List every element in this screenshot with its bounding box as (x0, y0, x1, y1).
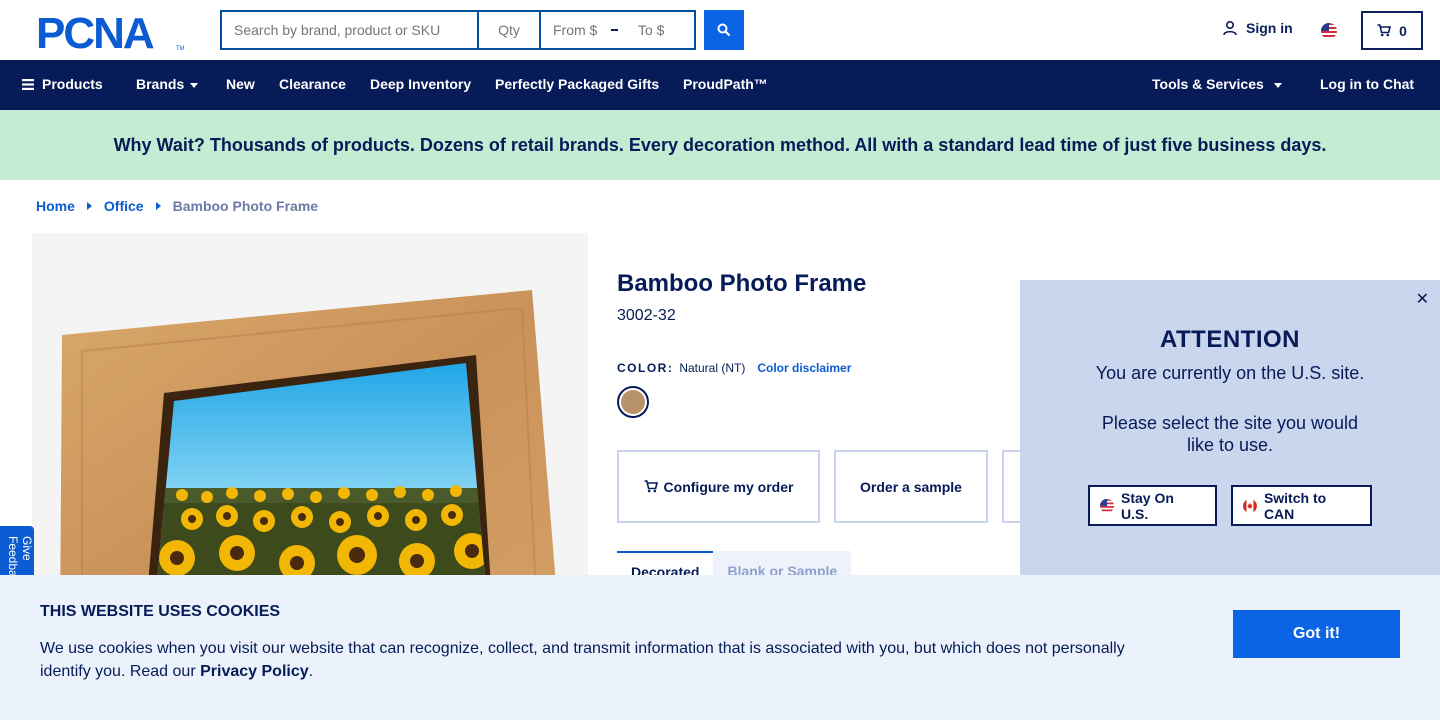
nav-tools-label: Tools & Services (1152, 76, 1264, 92)
product-sku: 3002-32 (617, 307, 676, 324)
cart-count: 0 (1399, 22, 1407, 39)
price-to-input[interactable] (626, 12, 694, 48)
price-from-input[interactable] (541, 12, 609, 48)
breadcrumb: Home Office Bamboo Photo Frame (36, 198, 318, 214)
user-icon (1223, 20, 1237, 36)
price-range (540, 10, 696, 50)
product-image[interactable] (32, 233, 588, 633)
cookie-banner: THIS WEBSITE USES COOKIES We use cookies… (0, 575, 1440, 720)
configure-order-button[interactable]: Configure my order (617, 450, 820, 523)
us-flag-icon[interactable] (1321, 23, 1337, 39)
switch-to-can-button[interactable]: Switch to CAN (1231, 485, 1372, 526)
nav-gifts[interactable]: Perfectly Packaged Gifts (495, 76, 659, 92)
nav-brands[interactable]: Brands (136, 76, 199, 92)
configure-order-label: Configure my order (663, 478, 794, 495)
chevron-down-icon (1273, 82, 1282, 88)
chevron-down-icon (190, 82, 199, 88)
privacy-policy-link[interactable]: Privacy Policy (200, 663, 309, 680)
breadcrumb-arrow-icon (86, 202, 92, 210)
nav-new-label: New (226, 76, 255, 92)
search-input[interactable] (220, 10, 478, 50)
page: PCNA TM Sign in (0, 0, 1440, 720)
promo-banner: Why Wait? Thousands of products. Dozens … (0, 110, 1440, 180)
color-disclaimer-link[interactable]: Color disclaimer (757, 361, 851, 375)
nav-chat[interactable]: Log in to Chat (1320, 76, 1414, 92)
menu-icon (22, 78, 34, 90)
order-sample-button[interactable]: Order a sample (834, 450, 988, 523)
header: PCNA TM Sign in (0, 0, 1440, 60)
sign-in-label: Sign in (1246, 20, 1293, 36)
logo-text: PCNA (36, 12, 154, 52)
cart-button[interactable]: 0 (1361, 11, 1423, 50)
nav-chat-label: Log in to Chat (1320, 76, 1415, 92)
pcna-logo[interactable]: PCNA TM (36, 12, 184, 52)
breadcrumb-office[interactable]: Office (104, 198, 144, 214)
canada-flag-icon (1243, 498, 1257, 513)
switch-to-can-label: Switch to CAN (1263, 489, 1327, 522)
region-attention-modal: ✕ ATTENTION You are currently on the U.S… (1020, 280, 1440, 576)
nav-proudpath-label: ProudPath™ (683, 76, 768, 92)
search-bar (220, 10, 744, 50)
nav-deep-inventory[interactable]: Deep Inventory (370, 76, 471, 92)
nav-gifts-label: Perfectly Packaged Gifts (495, 76, 660, 92)
nav-clearance-label: Clearance (279, 76, 346, 92)
accept-cookies-button[interactable]: Got it! (1233, 610, 1400, 658)
main-nav: Products Brands New Clearance Deep Inven… (0, 60, 1440, 110)
nav-products[interactable]: Products (22, 76, 103, 92)
breadcrumb-home[interactable]: Home (36, 198, 75, 214)
color-label: COLOR: (617, 361, 674, 375)
bamboo-frame-illustration (60, 290, 560, 633)
close-icon[interactable]: ✕ (1416, 289, 1429, 309)
color-swatch-natural[interactable] (617, 386, 649, 418)
us-flag-icon (1100, 498, 1114, 513)
qty-input[interactable] (478, 10, 540, 50)
search-icon (717, 23, 731, 37)
attention-title: ATTENTION (1159, 326, 1301, 353)
nav-new[interactable]: New (226, 76, 255, 92)
search-button[interactable] (704, 10, 744, 50)
svg-text:TM: TM (176, 46, 184, 52)
cookie-title: THIS WEBSITE USES COOKIES (40, 603, 281, 620)
nav-products-label: Products (42, 76, 103, 92)
cart-icon (644, 480, 658, 493)
nav-proudpath[interactable]: ProudPath™ (683, 76, 768, 92)
nav-deep-inventory-label: Deep Inventory (370, 76, 472, 92)
nav-tools[interactable]: Tools & Services (1152, 76, 1282, 92)
breadcrumb-current: Bamboo Photo Frame (172, 198, 319, 214)
cart-icon (1377, 24, 1392, 37)
color-row: COLOR: Natural (NT) Color disclaimer (617, 361, 851, 375)
stay-on-us-button[interactable]: Stay On U.S. (1088, 485, 1217, 526)
cookie-period: . (308, 663, 314, 680)
nav-clearance[interactable]: Clearance (279, 76, 346, 92)
cookie-text: We use cookies when you visit our websit… (40, 637, 1150, 683)
sign-in-link[interactable]: Sign in (1222, 20, 1293, 36)
breadcrumb-arrow-icon (155, 202, 161, 210)
attention-prompt: Please select the site you would like to… (1101, 413, 1359, 455)
attention-message: You are currently on the U.S. site. (1095, 363, 1365, 383)
swatch-fill (621, 390, 645, 414)
product-title: Bamboo Photo Frame (617, 270, 867, 297)
stay-on-us-label: Stay On U.S. (1121, 489, 1174, 522)
color-value: Natural (NT) (679, 361, 746, 375)
order-sample-label: Order a sample (860, 478, 962, 495)
price-dash (611, 29, 618, 31)
nav-brands-label: Brands (136, 76, 185, 92)
promo-banner-text: Why Wait? Thousands of products. Dozens … (113, 134, 1327, 155)
